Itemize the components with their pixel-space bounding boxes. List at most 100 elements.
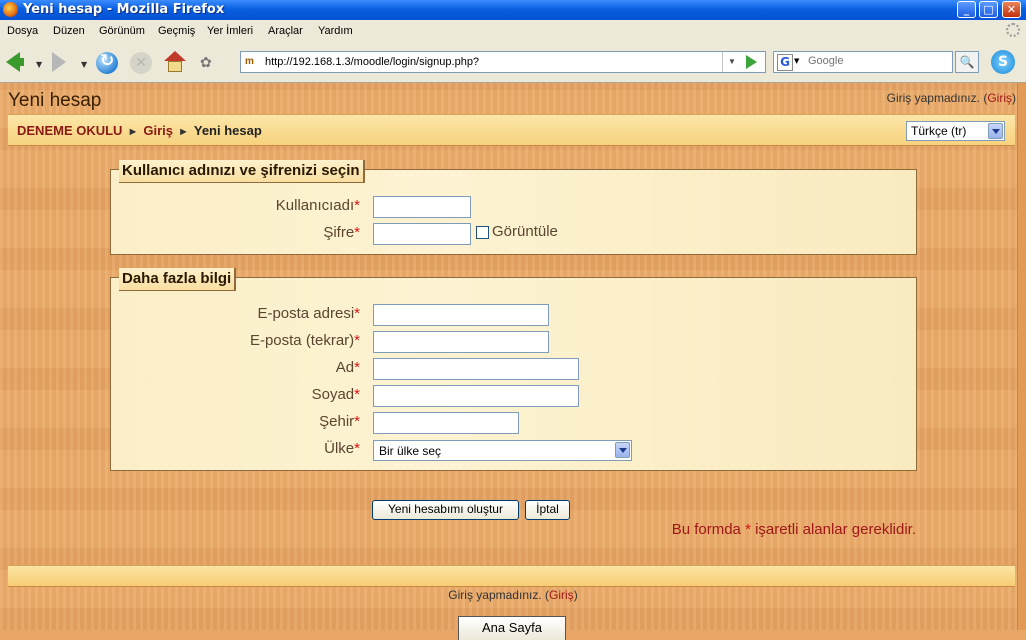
menu-tools[interactable]: Araçlar [268,25,303,37]
close-button[interactable]: ✕ [1002,1,1021,18]
menu-file[interactable]: Dosya [7,25,38,37]
forward-arrow-icon[interactable] [52,52,66,72]
required-mark: * [745,521,751,538]
chevron-down-icon[interactable] [615,442,630,458]
breadcrumb-current: Yeni hesap [193,123,262,138]
email-label: E-posta adresi* [257,305,360,322]
required-mark: * [354,440,360,457]
home-roof [164,51,186,61]
breadcrumb-separator: ► [127,126,139,138]
create-account-button[interactable]: Yeni hesabımı oluştur [372,500,519,520]
footer-login-link[interactable]: Giriş [549,588,574,602]
required-mark: * [354,224,360,241]
login-status: Giriş yapmadınız. (Giriş) [886,91,1016,105]
url-bar[interactable]: m http://192.168.1.3/moodle/login/signup… [240,51,766,73]
username-label: Kullanıcıadı* [276,197,360,214]
breadcrumb: DENEME OKULU ► Giriş ► Yeni hesap [17,123,262,138]
breadcrumb-bar: DENEME OKULU ► Giriş ► Yeni hesap Türkçe (tr… [8,114,1015,146]
addons-icon[interactable]: ✿ [200,55,216,71]
email-confirm-label: E-posta (tekrar)* [250,332,360,349]
skype-icon[interactable]: S [991,50,1015,74]
window-titlebar: Yeni hesap - Mozilla Firefox _ □ ✕ [0,0,1026,20]
city-label: Şehir* [319,413,360,430]
city-label-text: Şehir [319,413,355,430]
maximize-button[interactable]: □ [979,1,998,18]
email-input[interactable] [373,304,549,326]
search-bar[interactable]: G ▼ [773,51,953,73]
site-favicon-icon: m [245,56,254,67]
login-link[interactable]: Giriş [987,91,1012,105]
required-mark: * [354,332,360,349]
home-button[interactable]: Ana Sayfa [458,616,566,640]
menu-edit[interactable]: Düzen [53,25,85,37]
breadcrumb-site[interactable]: DENEME OKULU [17,123,122,138]
page-content: Yeni hesap Giriş yapmadınız. (Giriş) DEN… [0,83,1026,640]
login-status-text: Giriş yapmadınız. [886,91,980,105]
home-wall [168,61,182,72]
breadcrumb-separator: ► [177,126,189,138]
url-text[interactable]: http://192.168.1.3/moodle/login/signup.p… [265,56,479,68]
footer-login-text: Giriş yapmadınız. [448,588,542,602]
password-label-text: Şifre [323,224,355,241]
menu-bookmarks[interactable]: Yer İmleri [207,25,253,37]
window-title: Yeni hesap - Mozilla Firefox [23,2,225,17]
email-confirm-label-text: E-posta (tekrar) [249,332,355,349]
required-mark: * [354,359,360,376]
required-note-text: işaretli alanlar gereklidir. [755,521,916,538]
search-input[interactable] [806,54,950,68]
go-arrow-icon[interactable] [746,55,757,69]
account-legend: Kullanıcı adınızı ve şifrenizi seçin [119,160,365,183]
menu-history[interactable]: Geçmiş [158,25,195,37]
home-icon[interactable] [164,51,186,73]
required-mark: * [354,197,360,214]
cancel-button[interactable]: İptal [525,500,570,520]
city-input[interactable] [373,412,519,434]
required-mark: * [354,386,360,403]
show-password-label[interactable]: Görüntüle [492,223,558,240]
country-select[interactable]: Bir ülke seç [373,440,632,461]
language-value: Türkçe (tr) [911,124,967,138]
lastname-label-text: Soyad [311,386,355,403]
breadcrumb-login[interactable]: Giriş [143,123,173,138]
menu-view[interactable]: Görünüm [99,25,145,37]
page-edge [1017,83,1026,630]
show-password-checkbox[interactable] [476,226,489,239]
username-label-text: Kullanıcıadı [275,197,355,214]
firstname-label: Ad* [336,359,360,376]
menu-help[interactable]: Yardım [318,25,353,37]
stop-icon[interactable]: ✕ [130,52,152,74]
url-history-dropdown[interactable]: ▼ [722,52,741,72]
throbber-icon [1006,23,1020,37]
minimize-button[interactable]: _ [957,1,976,18]
country-label: Ülke* [324,440,360,457]
language-select[interactable]: Türkçe (tr) [906,121,1005,141]
details-fieldset: Daha fazla bilgi E-posta adresi* E-posta… [110,268,917,471]
firstname-input[interactable] [373,358,579,380]
lastname-label: Soyad* [312,386,360,403]
password-label: Şifre* [323,224,360,241]
search-engine-icon[interactable]: G [777,54,793,71]
chevron-down-icon[interactable] [988,123,1003,139]
required-mark: * [354,413,360,430]
footer-login-status: Giriş yapmadınız. (Giriş) [448,588,578,602]
country-value: Bir ülke seç [379,444,442,458]
back-arrow-icon[interactable] [6,52,24,72]
firefox-icon [3,2,18,17]
reload-icon[interactable] [96,51,118,74]
lastname-input[interactable] [373,385,579,407]
menu-bar: Dosya Düzen Görünüm Geçmiş Yer İmleri Ar… [0,20,1026,42]
email-confirm-input[interactable] [373,331,549,353]
country-label-text: Ülke [324,440,355,457]
account-fieldset: Kullanıcı adınızı ve şifrenizi seçin Kul… [110,160,917,255]
search-engine-dropdown[interactable]: ▼ [794,57,799,65]
email-label-text: E-posta adresi [257,305,355,322]
password-input[interactable] [373,223,471,245]
required-mark: * [354,305,360,322]
firstname-label-text: Ad [335,359,355,376]
username-input[interactable] [373,196,471,218]
required-fields-note: Bu formda * işaretli alanlar gereklidir. [672,521,916,538]
page-title: Yeni hesap [8,90,102,111]
back-history-dropdown[interactable]: ▼ [36,60,42,69]
search-magnifier-icon[interactable]: 🔍 [955,51,979,73]
forward-history-dropdown[interactable]: ▼ [81,60,87,69]
